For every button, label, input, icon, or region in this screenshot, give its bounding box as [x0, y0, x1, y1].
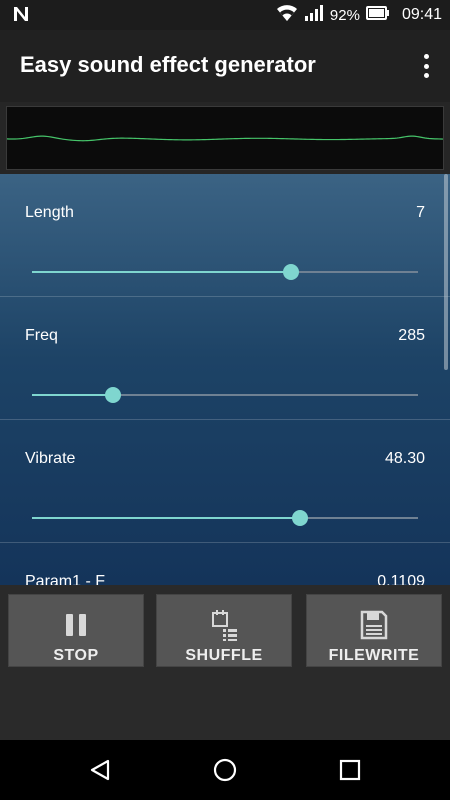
signal-icon — [304, 4, 324, 26]
navigation-bar — [0, 740, 450, 800]
param-value: 7 — [416, 204, 425, 221]
param-value: 285 — [398, 327, 425, 344]
slider-thumb[interactable] — [105, 387, 122, 403]
waveform-panel — [0, 102, 450, 174]
shuffle-label: SHUFFLE — [185, 647, 263, 664]
shuffle-button[interactable]: SHUFFLE — [156, 594, 292, 667]
more-vert-icon[interactable] — [418, 52, 434, 80]
status-bar: 92% 09:41 — [0, 0, 450, 30]
nav-recents-icon[interactable] — [338, 758, 362, 782]
notification-n-icon — [12, 5, 30, 28]
app-title: Easy sound effect generator — [20, 52, 316, 77]
waveform-display — [6, 106, 444, 170]
save-icon — [360, 609, 388, 641]
param-row-freq: Freq 285 — [0, 297, 450, 420]
shuffle-list-icon — [209, 609, 239, 641]
slider-fill — [32, 517, 301, 519]
nav-back-icon[interactable] — [88, 758, 112, 782]
wifi-icon — [276, 4, 298, 26]
param-row-param1: Param1 - F 0.1109 — [0, 543, 450, 585]
action-bar: STOP SHUFFLE FILEWRITE — [0, 585, 450, 740]
length-slider[interactable] — [32, 264, 418, 280]
param-value: 0.1109 — [377, 573, 425, 585]
param-label: Length — [25, 204, 74, 221]
param-value: 48.30 — [384, 450, 425, 467]
slider-thumb[interactable] — [292, 510, 309, 526]
nav-home-icon[interactable] — [213, 758, 237, 782]
slider-fill — [32, 394, 114, 396]
param-row-vibrate: Vibrate 48.30 — [0, 420, 450, 543]
stop-label: STOP — [53, 647, 99, 664]
battery-percent: 92% — [329, 6, 360, 24]
param-label: Freq — [25, 327, 58, 344]
stop-button[interactable]: STOP — [8, 594, 144, 667]
param-label: Param1 - F — [25, 573, 106, 585]
slider-thumb[interactable] — [282, 264, 299, 280]
battery-icon — [365, 5, 390, 25]
vibrate-slider[interactable] — [32, 510, 418, 526]
clock: 09:41 — [401, 6, 442, 23]
filewrite-button[interactable]: FILEWRITE — [306, 594, 442, 667]
param-label: Vibrate — [25, 450, 76, 467]
parameter-list[interactable]: Length 7 Freq 285 Vibrate 48.30 Param1 -… — [0, 174, 450, 585]
param-row-length: Length 7 — [0, 174, 450, 297]
freq-slider[interactable] — [32, 387, 418, 403]
app-bar: Easy sound effect generator — [0, 30, 450, 102]
scrollbar[interactable] — [444, 174, 448, 370]
pause-icon — [63, 609, 89, 641]
slider-fill — [32, 271, 291, 273]
filewrite-label: FILEWRITE — [328, 647, 420, 664]
